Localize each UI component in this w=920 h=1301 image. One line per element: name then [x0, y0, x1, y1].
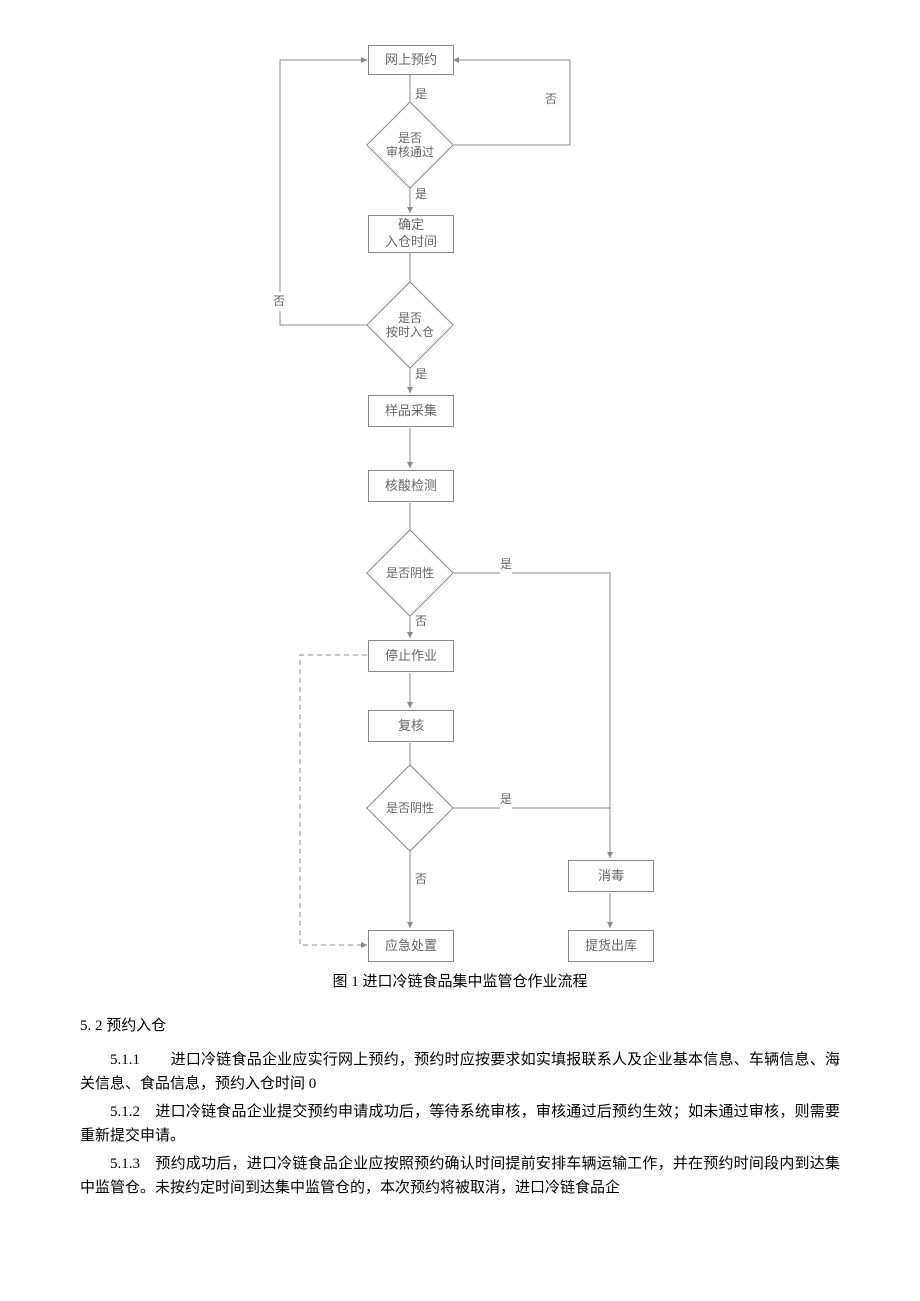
decision-audit-pass: 是否审核通过 — [370, 115, 450, 175]
decision-ontime-entry: 是否按时入仓 — [370, 295, 450, 355]
edge-label: 是 — [500, 790, 512, 809]
paragraph-5-1-2: 5.1.2 进口冷链食品企业提交预约申请成功后，等待系统审核，审核通过后预约生效… — [80, 1100, 840, 1148]
edge-label: 是 — [500, 555, 512, 574]
node-label: 网上预约 — [385, 52, 437, 69]
node-recheck: 复核 — [368, 710, 454, 742]
decision-negative-1: 是否阴性 — [370, 543, 450, 603]
paragraph-5-1-3: 5.1.3 预约成功后，进口冷链食品企业应按照预约确认时间提前安排车辆运输工作，… — [80, 1152, 840, 1200]
edge-label: 是 — [415, 185, 427, 204]
edge-label: 是 — [415, 85, 427, 104]
node-confirm-time: 确定入仓时间 — [368, 215, 454, 253]
figure-caption: 图 1 进口冷链食品集中监管仓作业流程 — [80, 970, 840, 994]
edge-label: 否 — [415, 870, 427, 889]
decision-negative-2: 是否阴性 — [370, 778, 450, 838]
edge-label: 否 — [545, 90, 557, 109]
node-pickup-out: 提货出库 — [568, 930, 654, 962]
node-sample-collection: 样品采集 — [368, 395, 454, 427]
section-heading-5-2: 5. 2 预约入仓 — [80, 1014, 840, 1038]
node-nucleic-acid-test: 核酸检测 — [368, 470, 454, 502]
edge-label: 是 — [415, 365, 427, 384]
flowchart-connectors — [210, 40, 710, 960]
node-online-booking: 网上预约 — [368, 45, 454, 75]
node-stop-operation: 停止作业 — [368, 640, 454, 672]
node-disinfect: 消毒 — [568, 860, 654, 892]
paragraph-5-1-1: 5.1.1 进口冷链食品企业应实行网上预约，预约时应按要求如实填报联系人及企业基… — [80, 1048, 840, 1096]
flowchart-figure: 网上预约 是否审核通过 确定入仓时间 是否按时入仓 样品采集 核酸检测 是否阴性… — [210, 40, 710, 960]
node-emergency-disposal: 应急处置 — [368, 930, 454, 962]
edge-label: 否 — [273, 292, 285, 311]
edge-label: 否 — [415, 612, 427, 631]
